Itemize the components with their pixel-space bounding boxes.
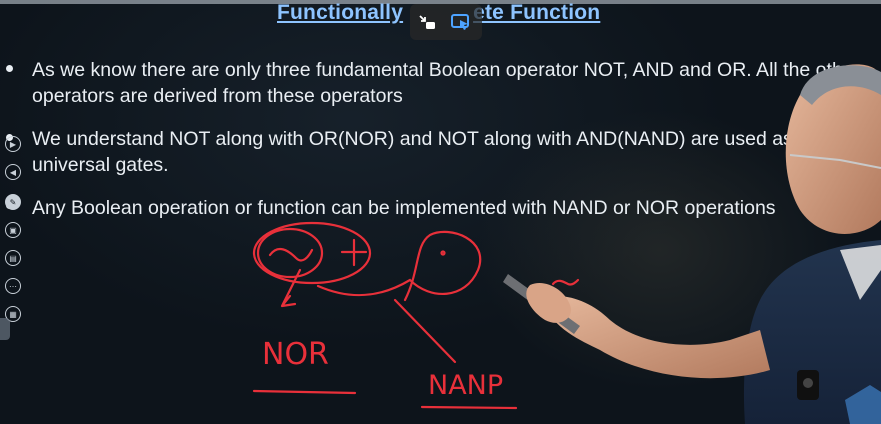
- presenter-hand: [526, 282, 571, 323]
- mic-icon: [803, 378, 813, 388]
- video-frame: Functionally ete Function As we know ther…: [0, 0, 881, 424]
- presenter: [503, 64, 881, 424]
- presenter-arm: [540, 296, 770, 379]
- presenter-head: [785, 64, 881, 234]
